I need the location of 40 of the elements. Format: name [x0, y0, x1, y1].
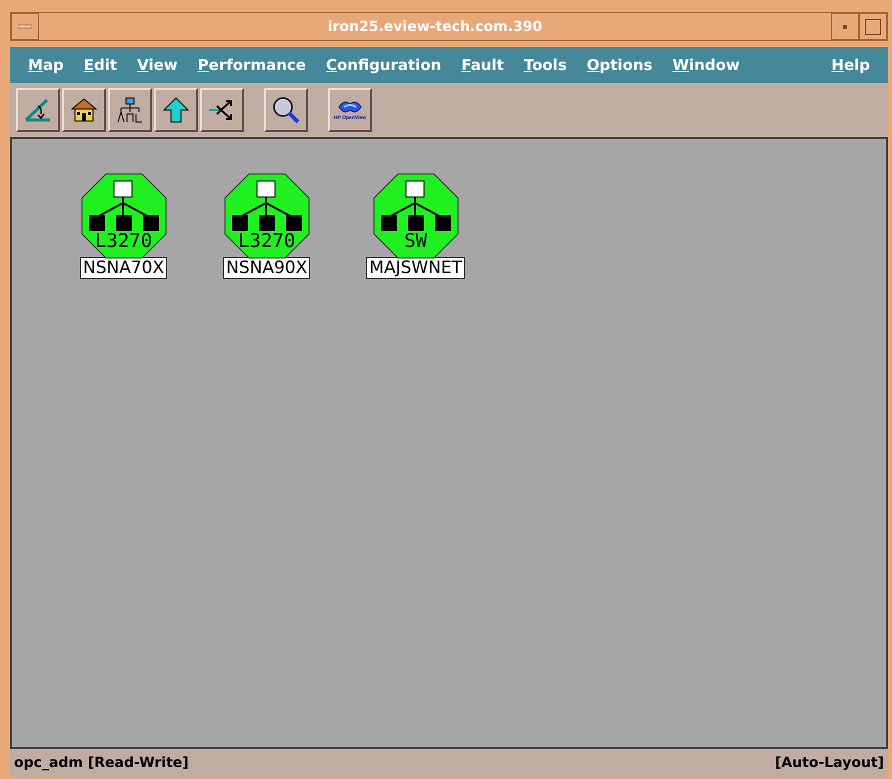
minus-icon — [18, 24, 32, 30]
window-title: iron25.eview-tech.com.390 — [326, 18, 544, 34]
node-label[interactable]: MAJSWNET — [366, 257, 466, 279]
home-button[interactable] — [62, 88, 106, 132]
menu-item[interactable]: Performance — [188, 56, 316, 74]
menu-item[interactable]: Fault — [451, 56, 514, 74]
network-node-symbol[interactable]: L3270 — [80, 173, 167, 259]
up-arrow-icon — [161, 96, 191, 124]
swirl-logo-icon — [336, 99, 364, 115]
minimize-icon — [843, 24, 847, 28]
menu-item[interactable]: Configuration — [316, 56, 452, 74]
search-icon — [271, 95, 301, 125]
node-label[interactable]: NSNA70X — [80, 257, 168, 279]
menu-item[interactable]: View — [127, 56, 188, 74]
symbol-text: SW — [403, 231, 428, 251]
network-node-symbol[interactable]: L3270 — [224, 173, 310, 259]
menu-item[interactable]: Window — [662, 56, 750, 74]
menu-item[interactable]: Map — [18, 56, 74, 74]
menu-item[interactable]: Help — [821, 56, 880, 74]
layout-mode-text: [Auto-Layout] — [774, 755, 884, 771]
search-button[interactable] — [264, 88, 308, 132]
window-menu-button[interactable] — [11, 13, 39, 40]
minimize-button[interactable] — [831, 13, 859, 40]
close-map-button[interactable] — [16, 88, 60, 132]
network-node-symbol[interactable]: SW — [372, 173, 459, 259]
triangle-arrow-icon — [23, 96, 53, 124]
quick-navigator-button[interactable] — [200, 88, 244, 132]
symbol-text: L3270 — [237, 231, 296, 251]
node-label[interactable]: NSNA90X — [223, 257, 310, 279]
root-button[interactable] — [108, 88, 152, 132]
house-icon — [69, 96, 99, 124]
menu-item[interactable]: Options — [576, 56, 662, 74]
maximize-icon — [865, 18, 881, 34]
status-text: opc_adm [Read-Write] — [14, 755, 189, 771]
parent-button[interactable] — [154, 88, 198, 132]
hierarchy-icon — [115, 96, 145, 124]
menu-item[interactable]: Edit — [74, 56, 128, 74]
menu-item[interactable]: Tools — [514, 56, 577, 74]
maximize-button[interactable] — [859, 13, 887, 40]
symbol-text: L3270 — [94, 231, 154, 251]
